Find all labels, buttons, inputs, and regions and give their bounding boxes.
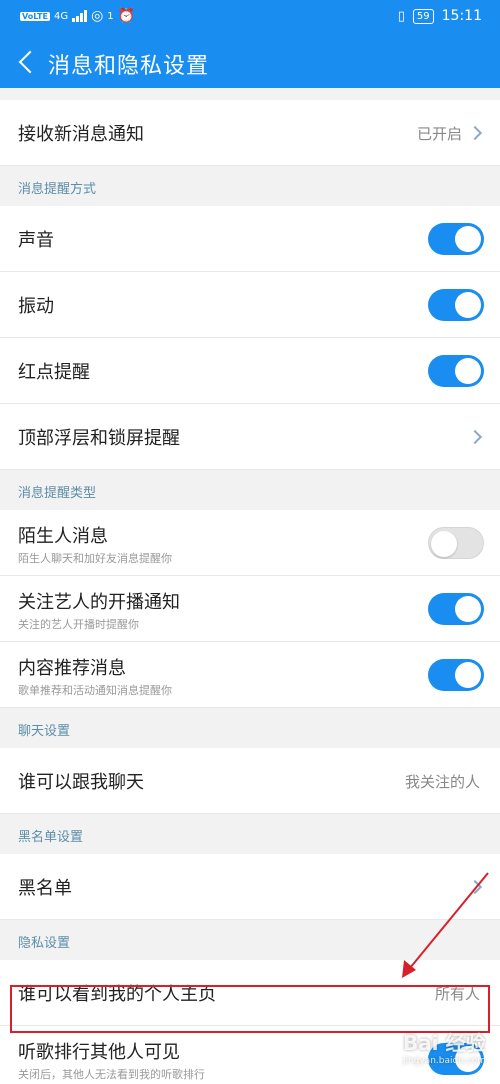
chevron-right-icon	[470, 879, 484, 895]
row-blacklist[interactable]: 黑名单	[0, 854, 500, 920]
recommend-toggle[interactable]	[428, 659, 484, 691]
watermark-url: jingyan.baidu.com	[402, 1056, 486, 1066]
section-chat-settings: 聊天设置	[0, 708, 500, 748]
row-subtext: 关闭后，其他人无法看到我的听歌排行	[18, 1068, 205, 1081]
row-label: 内容推荐消息	[18, 658, 126, 679]
status-right: ▯ 59 15:11	[398, 8, 482, 24]
toggle-knob	[455, 292, 481, 318]
status-left: VoLTE 4G ◎ 1 ⏰	[20, 8, 135, 24]
section-header: 黑名单设置	[18, 830, 84, 845]
row-label: 听歌排行其他人可见	[18, 1042, 180, 1063]
section-header: 隐私设置	[18, 936, 71, 951]
row-label: 顶部浮层和锁屏提醒	[18, 428, 180, 449]
row-top-float[interactable]: 顶部浮层和锁屏提醒	[0, 404, 500, 470]
stranger-toggle[interactable]	[428, 527, 484, 559]
status-bar: VoLTE 4G ◎ 1 ⏰ ▯ 59 15:11	[0, 0, 500, 36]
row-red-dot: 红点提醒	[0, 338, 500, 404]
row-label: 接收新消息通知	[18, 124, 144, 145]
vibrate-mode-icon: ▯	[397, 8, 405, 24]
row-recommend: 内容推荐消息 歌单推荐和活动通知消息提醒你	[0, 642, 500, 708]
page-title: 消息和隐私设置	[48, 54, 210, 79]
section-reminder-type: 消息提醒类型	[0, 470, 500, 510]
row-receive-notifications[interactable]: 接收新消息通知 已开启	[0, 100, 500, 166]
row-label: 振动	[18, 296, 54, 317]
row-stranger-messages: 陌生人消息 陌生人聊天和加好友消息提醒你	[0, 510, 500, 576]
row-who-can-chat[interactable]: 谁可以跟我聊天 我关注的人	[0, 748, 500, 814]
section-header: 聊天设置	[18, 724, 71, 739]
row-label: 关注艺人的开播通知	[18, 592, 180, 613]
volte-badge: VoLTE	[20, 11, 50, 21]
toggle-knob	[455, 662, 481, 688]
section-privacy-settings: 隐私设置	[0, 920, 500, 960]
row-sound: 声音	[0, 206, 500, 272]
row-subtext: 陌生人聊天和加好友消息提醒你	[18, 552, 172, 565]
row-who-can-view-profile[interactable]: 谁可以看到我的个人主页 所有人	[0, 960, 500, 1026]
app-bar: 消息和隐私设置	[0, 36, 500, 88]
toggle-knob	[455, 358, 481, 384]
section-reminder-method: 消息提醒方式	[0, 166, 500, 206]
row-artist-live: 关注艺人的开播通知 关注的艺人开播时提醒你	[0, 576, 500, 642]
row-value: 我关注的人	[404, 773, 480, 791]
hotspot-count: 1	[107, 10, 114, 22]
section-blacklist-settings: 黑名单设置	[0, 814, 500, 854]
row-label: 红点提醒	[18, 362, 90, 383]
red-dot-toggle[interactable]	[428, 355, 484, 387]
network-type: 4G	[53, 10, 69, 22]
sound-toggle[interactable]	[428, 223, 484, 255]
clock: 15:11	[441, 8, 482, 24]
row-label: 谁可以看到我的个人主页	[18, 984, 216, 1005]
row-value: 所有人	[434, 985, 480, 1003]
back-arrow-icon[interactable]	[14, 46, 38, 78]
row-value: 已开启	[416, 125, 462, 143]
vibrate-toggle[interactable]	[428, 289, 484, 321]
alarm-icon: ⏰	[117, 8, 136, 24]
settings-list: 接收新消息通知 已开启 消息提醒方式 声音 振动 红点提醒 顶部浮层和锁屏提醒 …	[0, 100, 500, 1084]
row-subtext: 关注的艺人开播时提醒你	[18, 618, 139, 631]
row-label: 声音	[18, 230, 54, 251]
watermark: Bai 经验 jingyan.baidu.com	[403, 1027, 486, 1066]
artist-live-toggle[interactable]	[428, 593, 484, 625]
hotspot-icon: ◎	[91, 8, 104, 24]
watermark-brand: Bai 经验	[402, 1031, 486, 1055]
chevron-right-icon	[470, 125, 484, 141]
row-vibrate: 振动	[0, 272, 500, 338]
toggle-knob	[431, 531, 457, 557]
row-subtext: 歌单推荐和活动通知消息提醒你	[18, 684, 172, 697]
row-label: 陌生人消息	[18, 526, 108, 547]
section-header: 消息提醒类型	[18, 486, 97, 501]
signal-icon	[72, 10, 88, 22]
toggle-knob	[455, 226, 481, 252]
chevron-right-icon	[470, 429, 484, 445]
row-label: 黑名单	[18, 878, 72, 899]
section-header: 消息提醒方式	[18, 182, 97, 197]
battery-icon: 59	[412, 8, 434, 24]
row-label: 谁可以跟我聊天	[18, 772, 144, 793]
toggle-knob	[455, 596, 481, 622]
